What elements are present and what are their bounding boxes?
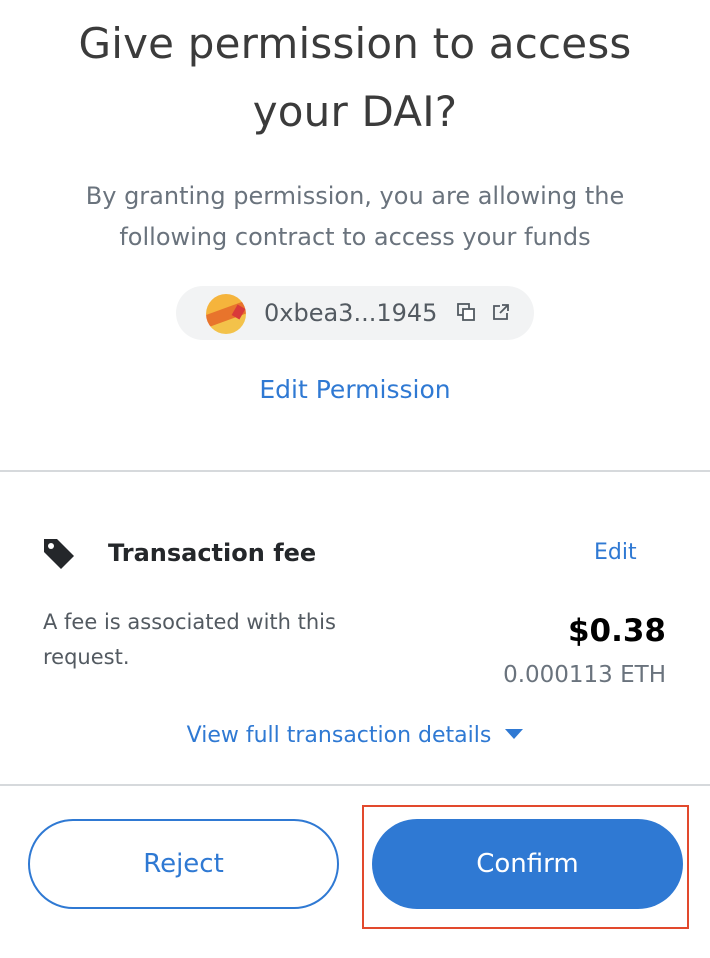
page-title: Give permission to access your DAI? <box>0 10 710 146</box>
reject-button[interactable]: Reject <box>28 819 339 909</box>
view-transaction-details-link[interactable]: View full transaction details <box>0 719 710 753</box>
external-link-icon[interactable] <box>491 302 511 322</box>
confirm-button[interactable]: Confirm <box>372 819 683 909</box>
transaction-fee-title: Transaction fee <box>108 539 317 567</box>
contract-avatar <box>206 294 246 334</box>
permission-description: By granting permission, you are allowing… <box>40 176 670 258</box>
divider <box>0 784 710 786</box>
contract-address-pill: 0xbea3...1945 <box>176 286 534 340</box>
subtitle-line-1: By granting permission, you are allowing… <box>85 182 625 210</box>
copy-icon[interactable] <box>456 302 476 322</box>
fee-eth-amount: 0.000113 ETH <box>503 662 666 688</box>
confirm-button-label: Confirm <box>476 849 579 879</box>
title-line-1: Give permission to access <box>78 19 632 68</box>
tag-icon <box>44 539 74 569</box>
title-line-2: your DAI? <box>252 87 458 136</box>
edit-permission-link[interactable]: Edit Permission <box>0 372 710 408</box>
caret-down-icon <box>505 729 524 739</box>
view-details-label: View full transaction details <box>186 723 492 748</box>
fee-description-line-1: A fee is associated with this <box>43 610 336 634</box>
fee-description: A fee is associated with this request. <box>43 605 383 675</box>
reject-button-label: Reject <box>143 849 224 879</box>
fee-description-line-2: request. <box>43 645 130 669</box>
divider <box>0 470 710 472</box>
edit-fee-link[interactable]: Edit <box>594 537 637 569</box>
fee-usd-amount: $0.38 <box>567 613 666 649</box>
contract-address: 0xbea3...1945 <box>264 299 438 327</box>
subtitle-line-2: following contract to access your funds <box>119 223 591 251</box>
